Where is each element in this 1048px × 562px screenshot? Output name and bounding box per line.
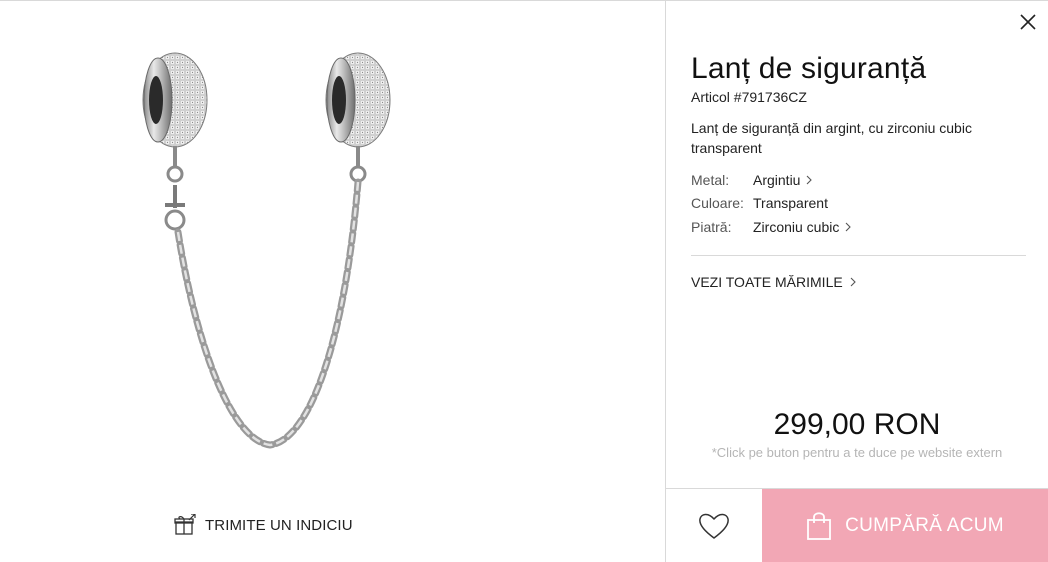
product-price: 299,00 RON: [773, 408, 941, 441]
chevron-right-icon: [845, 222, 852, 232]
attribute-row-metal: Metal: Argintiu: [691, 168, 1021, 192]
attribute-value: Zirconiu cubic: [753, 218, 840, 235]
attribute-row-stone: Piatră: Zirconiu cubic: [691, 215, 1021, 239]
shopping-bag-icon: [807, 511, 831, 540]
gift-icon: [174, 514, 196, 535]
view-all-sizes-link[interactable]: VEZI TOATE MĂRIMILE: [691, 274, 857, 290]
send-hint-link[interactable]: TRIMITE UN INDICIU: [174, 514, 353, 536]
product-details-panel: Lanț de siguranță Articol #791736CZ Lanț…: [666, 0, 1048, 562]
section-divider: [691, 255, 1026, 256]
view-all-sizes-label: VEZI TOATE MĂRIMILE: [691, 274, 843, 290]
attribute-key: Metal:: [691, 171, 730, 188]
close-icon[interactable]: [1018, 12, 1038, 32]
attribute-value: Argintiu: [753, 171, 801, 188]
product-attributes: Metal: Argintiu Culoare: Transparent Pia…: [691, 168, 1021, 239]
wishlist-button[interactable]: [666, 489, 762, 562]
product-title: Lanț de siguranță: [691, 52, 927, 85]
product-description: Lanț de siguranță din argint, cu zirconi…: [691, 120, 972, 156]
product-sku: Articol #791736CZ: [691, 89, 807, 105]
buy-now-button[interactable]: CUMPĂRĂ ACUM: [762, 489, 1048, 562]
attribute-value: Transparent: [753, 195, 828, 212]
attribute-row-color: Culoare: Transparent: [691, 192, 1021, 216]
send-hint-label: TRIMITE UN INDICIU: [205, 516, 353, 534]
heart-icon: [699, 513, 729, 539]
attribute-value-link[interactable]: Argintiu: [753, 172, 813, 188]
buy-now-label: CUMPĂRĂ ACUM: [845, 514, 1004, 536]
attribute-key: Culoare:: [691, 195, 744, 212]
chevron-right-icon: [807, 175, 813, 185]
external-website-note: *Click pe buton pentru a te duce pe webs…: [711, 445, 1003, 460]
image-area: TRIMITE UN INDICIU: [0, 0, 665, 562]
attribute-value-link[interactable]: Zirconiu cubic: [753, 219, 852, 235]
chevron-right-icon: [850, 277, 856, 287]
product-image: [142, 52, 391, 449]
attribute-key: Piatră:: [691, 218, 732, 235]
